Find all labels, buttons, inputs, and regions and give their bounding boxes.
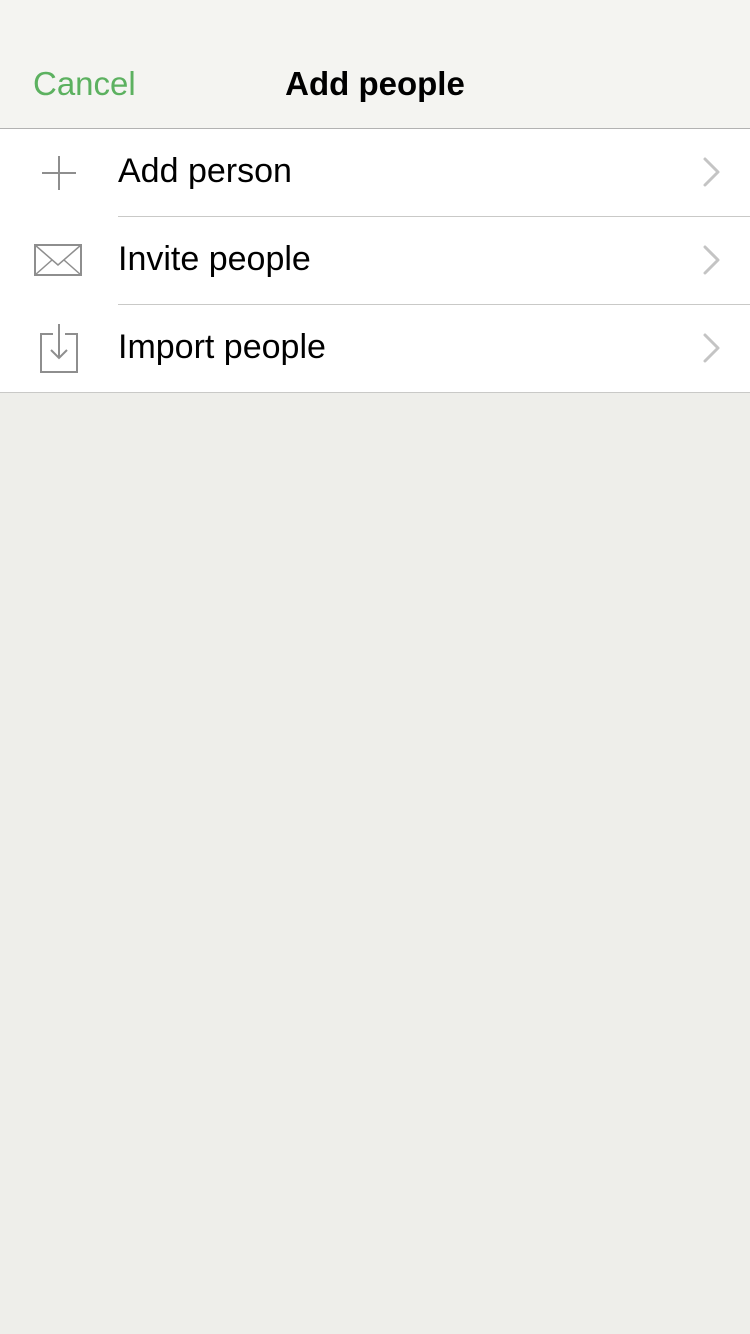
chevron-right-icon <box>703 333 720 363</box>
add-people-options-list: Add person Invite people Import people <box>0 129 750 393</box>
page-title: Add people <box>285 65 465 102</box>
envelope-icon <box>34 244 82 276</box>
invite-people-label: Invite people <box>118 240 311 278</box>
import-people-row[interactable]: Import people <box>0 305 750 392</box>
chevron-right-icon <box>703 157 720 187</box>
add-person-row[interactable]: Add person <box>0 129 750 217</box>
navigation-bar: Cancel Add people <box>0 0 750 129</box>
invite-people-row[interactable]: Invite people <box>0 217 750 305</box>
add-person-label: Add person <box>118 152 292 190</box>
import-download-icon <box>40 324 78 373</box>
chevron-right-icon <box>703 245 720 275</box>
import-people-label: Import people <box>118 328 326 366</box>
plus-icon <box>42 156 76 190</box>
